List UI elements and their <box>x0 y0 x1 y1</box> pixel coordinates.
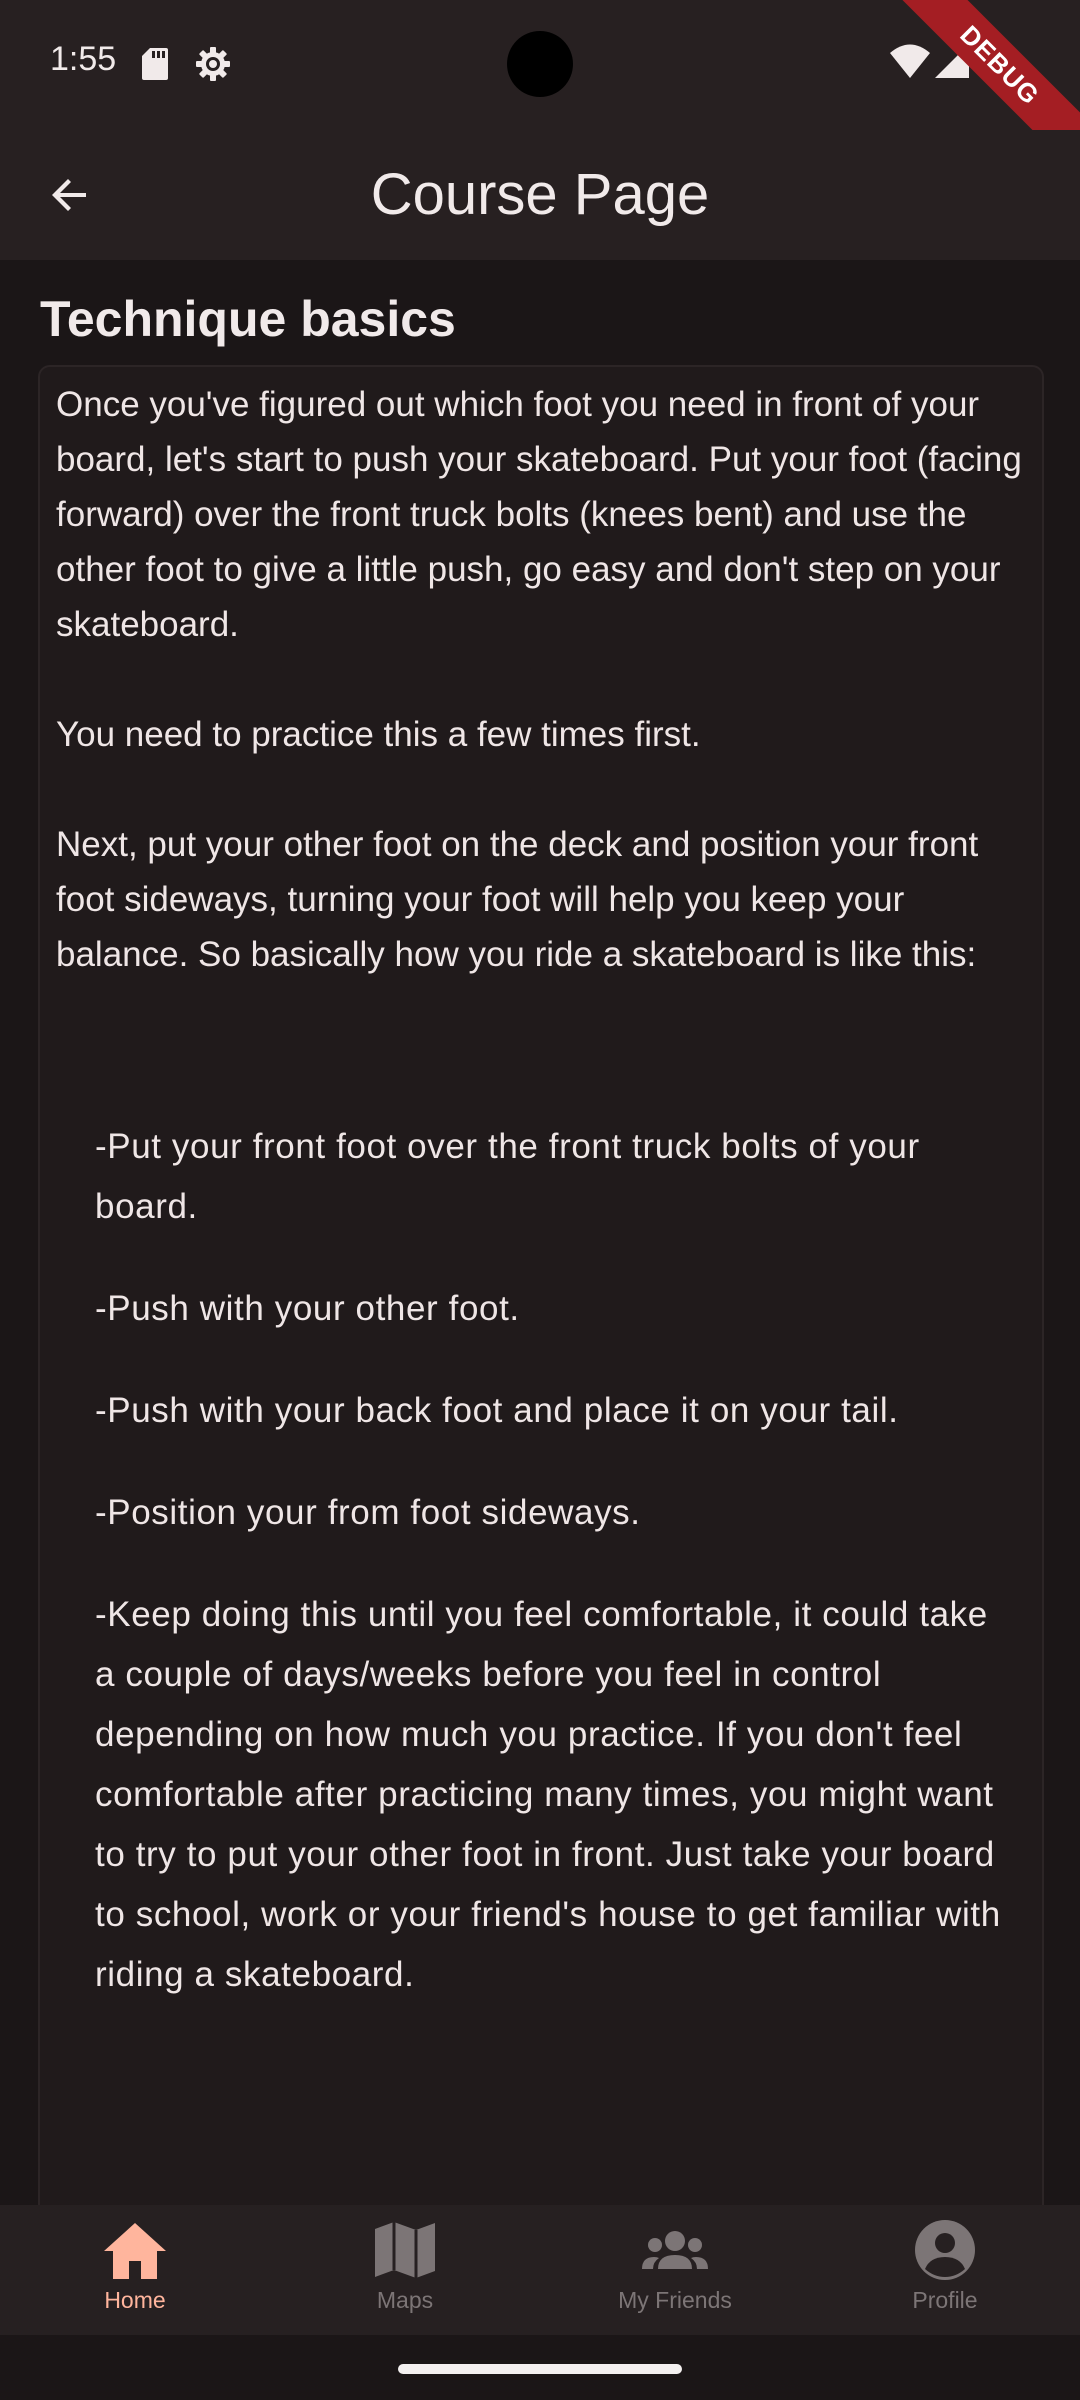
lesson-paragraph: Next, put your other foot on the deck an… <box>56 825 979 974</box>
wifi-icon <box>890 44 930 78</box>
lesson-card: Once you've figured out which foot you n… <box>38 365 1044 2205</box>
map-icon <box>375 2222 435 2278</box>
lesson-body: Once you've figured out which foot you n… <box>56 377 1036 1037</box>
page-title: Course Page <box>370 162 710 227</box>
lesson-step: -Push with your back foot and place it o… <box>95 1391 899 1430</box>
nav-label-home: Home <box>104 2287 166 2313</box>
arrow-back-icon <box>52 179 86 211</box>
status-bar: 1:55 <box>0 0 1080 130</box>
account-circle-icon <box>915 2220 975 2280</box>
camera-cutout <box>507 31 573 97</box>
nav-item-home[interactable]: Home <box>0 2205 270 2335</box>
back-button[interactable] <box>30 155 110 235</box>
lesson-step: -Put your front foot over the front truc… <box>95 1127 920 1226</box>
nav-label-my-friends: My Friends <box>618 2287 732 2313</box>
course-content[interactable]: Technique basics Once you've figured out… <box>0 260 1080 2205</box>
nav-item-profile[interactable]: Profile <box>810 2205 1080 2335</box>
status-time: 1:55 <box>50 40 117 78</box>
nav-label-maps: Maps <box>376 2287 434 2313</box>
sd-card-icon <box>142 48 168 80</box>
lesson-step: -Keep doing this until you feel comforta… <box>95 1595 1001 1994</box>
group-icon <box>642 2231 708 2269</box>
nav-label-profile: Profile <box>912 2287 978 2313</box>
section-title: Technique basics <box>40 291 456 347</box>
lesson-step: -Push with your other foot. <box>95 1289 520 1328</box>
lesson-steps: -Put your front foot over the front truc… <box>95 1117 1005 2047</box>
gesture-area <box>0 2335 1080 2400</box>
lesson-paragraph: You need to practice this a few times fi… <box>56 715 701 754</box>
app-bar: Course Page <box>0 130 1080 260</box>
lesson-paragraph: Once you've figured out which foot you n… <box>56 385 1022 644</box>
bottom-navigation: Home Maps My Friends Profile <box>0 2205 1080 2335</box>
home-gesture-handle[interactable] <box>398 2364 682 2374</box>
nav-item-maps[interactable]: Maps <box>270 2205 540 2335</box>
nav-item-my-friends[interactable]: My Friends <box>540 2205 810 2335</box>
lesson-step: -Position your from foot sideways. <box>95 1493 641 1532</box>
home-icon <box>104 2223 166 2279</box>
settings-icon <box>196 47 230 81</box>
